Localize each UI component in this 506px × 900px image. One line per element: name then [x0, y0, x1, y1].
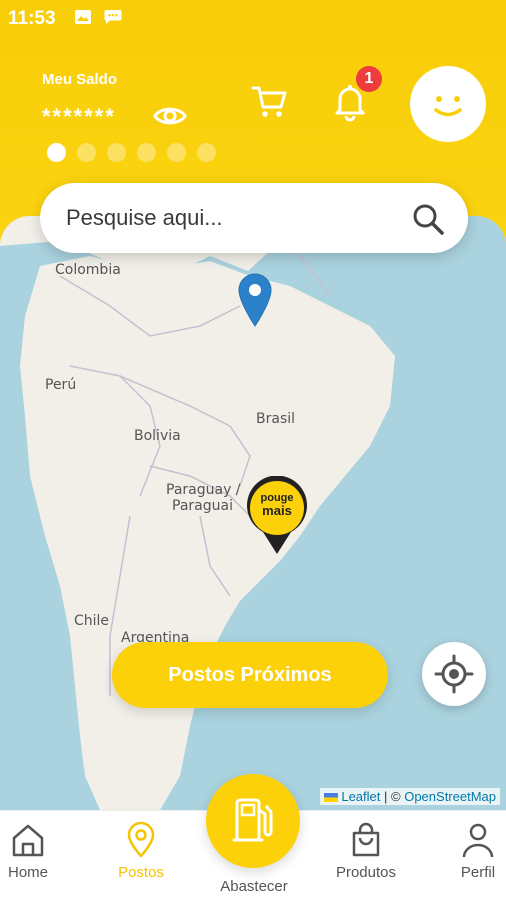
nav-home[interactable]: Home	[0, 820, 73, 881]
map-label-paraguay: Paraguay /	[166, 482, 241, 498]
nav-postos[interactable]: Postos	[96, 820, 186, 881]
carousel-dot[interactable]	[77, 143, 96, 162]
balance-value: *******	[42, 104, 116, 129]
nav-postos-label: Postos	[118, 864, 164, 881]
carousel-dot[interactable]	[47, 143, 66, 162]
avatar[interactable]	[410, 66, 486, 142]
brand-marker-line2: mais	[262, 503, 292, 518]
notification-badge: 1	[356, 66, 382, 92]
search-input[interactable]	[66, 201, 396, 235]
map-label-peru: Perú	[45, 377, 77, 393]
search-bar	[40, 183, 468, 253]
status-bar: 11:53	[0, 0, 506, 36]
search-icon[interactable]	[410, 201, 446, 237]
location-pin-icon[interactable]	[236, 272, 274, 328]
locate-me-button[interactable]	[422, 642, 486, 706]
map-pin-icon	[127, 821, 155, 858]
map-attribution: Leaflet | © OpenStreetMap	[320, 788, 500, 805]
carousel-dot[interactable]	[107, 143, 126, 162]
smiley-icon	[434, 96, 462, 117]
status-time: 11:53	[8, 8, 56, 29]
map-label-bolivia: Bolivia	[134, 428, 181, 444]
carousel-dot[interactable]	[137, 143, 156, 162]
carousel-dot[interactable]	[167, 143, 186, 162]
image-icon	[75, 10, 91, 24]
cart-icon[interactable]	[250, 82, 288, 120]
map-label-brasil: Brasil	[256, 411, 296, 427]
osm-link[interactable]: OpenStreetMap	[404, 789, 496, 804]
person-icon	[462, 823, 494, 858]
ukraine-flag-icon	[324, 793, 339, 803]
nav-produtos[interactable]: Produtos	[321, 820, 411, 881]
leaflet-link[interactable]: Leaflet	[341, 789, 380, 804]
eye-icon[interactable]	[152, 98, 188, 134]
nearby-stations-button[interactable]: Postos Próximos	[112, 642, 388, 708]
attribution-separator: | ©	[384, 789, 401, 804]
balance-label: Meu Saldo	[42, 71, 118, 88]
message-icon	[104, 10, 122, 24]
nav-perfil-label: Perfil	[460, 864, 496, 881]
crosshair-icon	[434, 654, 474, 694]
nav-produtos-label: Produtos	[335, 864, 397, 881]
abastecer-button[interactable]	[206, 774, 300, 868]
map-label-paraguai: Paraguai	[172, 498, 233, 514]
carousel-dot[interactable]	[197, 143, 216, 162]
nav-abastecer-label: Abastecer	[220, 878, 288, 895]
fuel-pump-icon	[232, 798, 273, 842]
nav-perfil[interactable]: Perfil	[433, 820, 506, 881]
carousel-dots	[47, 143, 216, 162]
shopping-bag-icon	[352, 822, 380, 857]
home-icon	[12, 824, 44, 857]
map-label-colombia: Colombia	[55, 262, 121, 278]
nav-home-label: Home	[7, 864, 48, 881]
map-label-chile: Chile	[74, 613, 110, 629]
